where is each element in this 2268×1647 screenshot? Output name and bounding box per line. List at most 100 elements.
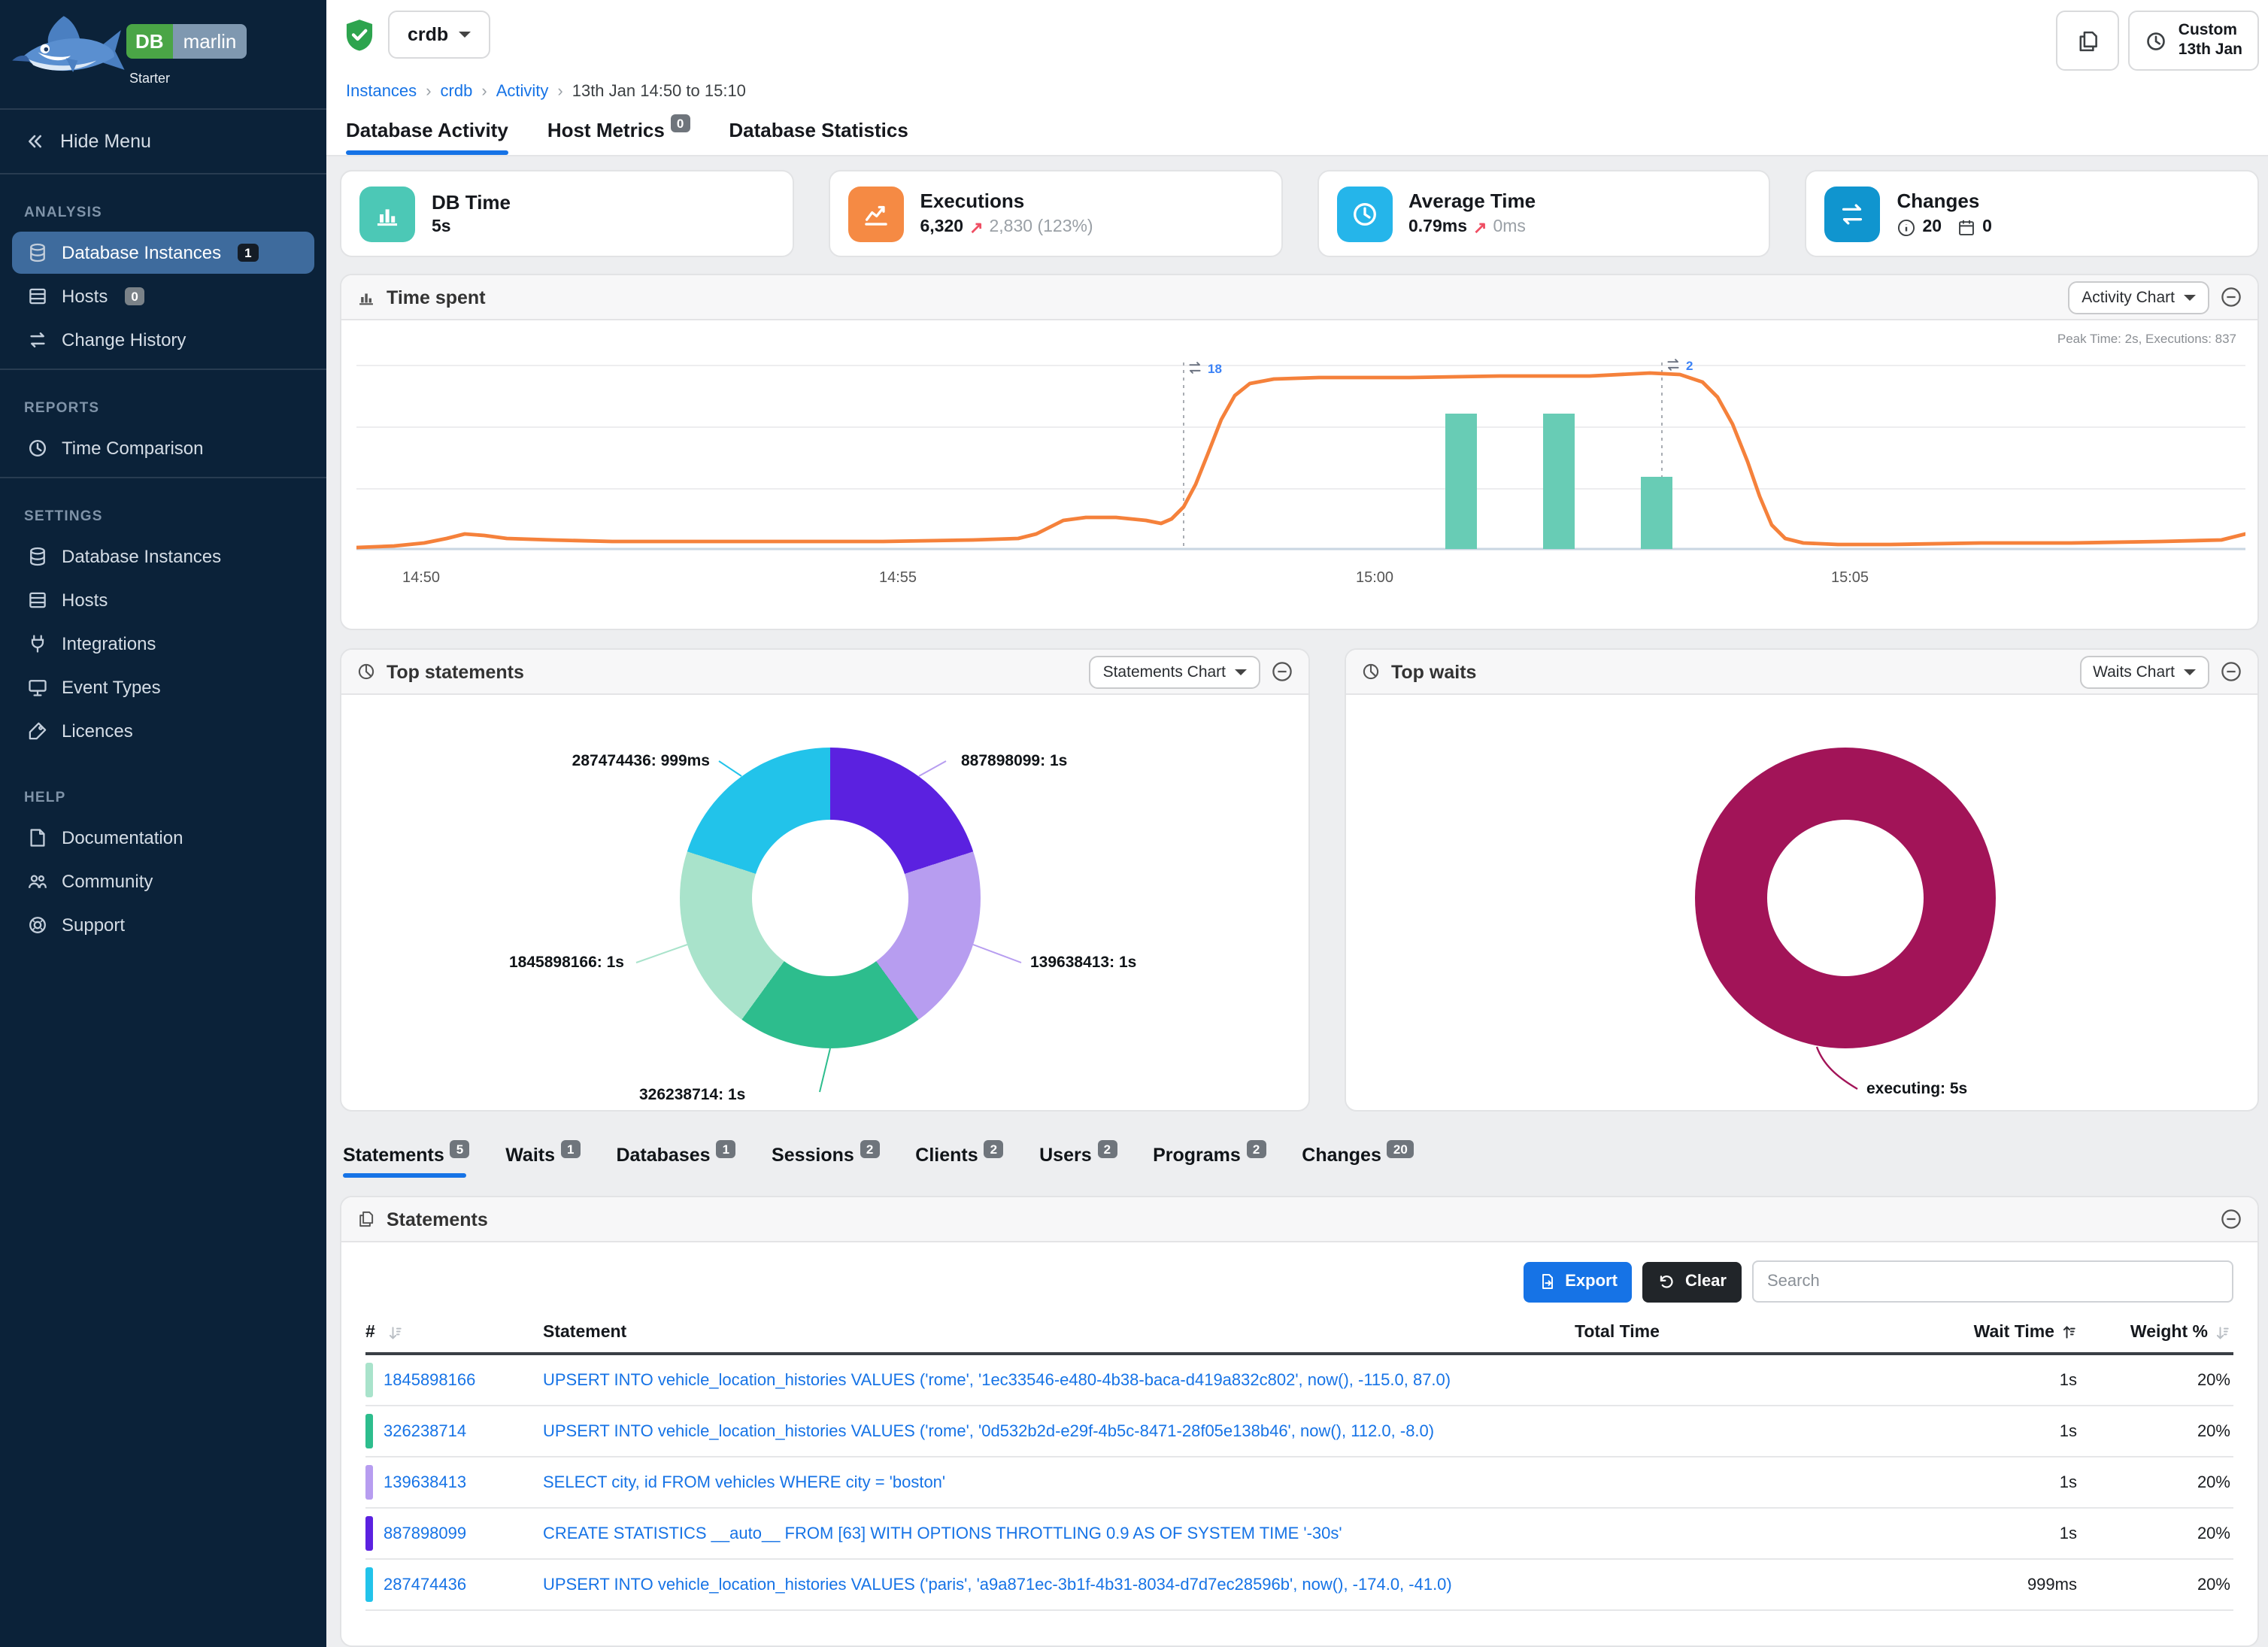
- sidebar-section-analysis: ANALYSIS Database Instances 1 Hosts 0 Ch…: [0, 174, 326, 369]
- sidebar-item-database-instances[interactable]: Database Instances 1: [12, 232, 314, 274]
- statement-id-link[interactable]: 287474436: [384, 1576, 466, 1594]
- statement-id-link[interactable]: 887898099: [384, 1524, 466, 1542]
- export-button[interactable]: Export: [1523, 1261, 1633, 1302]
- waits-chart-select[interactable]: Waits Chart: [2079, 655, 2209, 688]
- statement-id-link[interactable]: 1845898166: [384, 1371, 475, 1389]
- weight-value: 20%: [2077, 1524, 2233, 1542]
- sort-up-icon[interactable]: [2059, 1324, 2077, 1342]
- tab-host-metrics[interactable]: Host Metrics 0: [547, 119, 690, 155]
- time-spent-chart[interactable]: Peak Time: 2s, Executions: 837 18 2 14:5…: [341, 320, 2257, 630]
- kpi-row: DB Time 5s Executions 6,320 ↗ 2,830 (123…: [340, 170, 2259, 257]
- sidebar-item-time-comparison[interactable]: Time Comparison: [12, 427, 314, 469]
- activity-chart-select[interactable]: Activity Chart: [2068, 281, 2209, 314]
- collapse-icon[interactable]: [2220, 1208, 2242, 1230]
- waits-donut-chart[interactable]: executing: 5s: [1346, 695, 2257, 1112]
- count-badge: 0: [124, 288, 144, 305]
- copy-icon: [2075, 28, 2101, 53]
- sidebar-section-reports: REPORTS Time Comparison: [0, 370, 326, 477]
- sidebar-item-documentation[interactable]: Documentation: [12, 817, 314, 859]
- statement-link[interactable]: UPSERT INTO vehicle_location_histories V…: [543, 1371, 1451, 1389]
- sidebar-item-support[interactable]: Support: [12, 904, 314, 946]
- time-range-button[interactable]: Custom 13th Jan: [2129, 11, 2259, 71]
- col-total-time-header[interactable]: Total Time: [1575, 1324, 1719, 1342]
- page-header: crdb Custom 13th Jan Instances crdb: [326, 0, 2268, 156]
- tab-label: Changes: [1302, 1145, 1381, 1166]
- tab-databases[interactable]: Databases 1: [616, 1145, 735, 1178]
- search-input[interactable]: [1752, 1260, 2233, 1303]
- tab-waits[interactable]: Waits 1: [505, 1145, 580, 1178]
- statement-id-link[interactable]: 326238714: [384, 1422, 466, 1440]
- change-marker[interactable]: 18: [1187, 359, 1222, 376]
- tab-users[interactable]: Users 2: [1039, 1145, 1117, 1178]
- tab-sessions[interactable]: Sessions 2: [772, 1145, 879, 1178]
- changes-calendar-count: 0: [1982, 219, 1992, 237]
- statement-id-link[interactable]: 139638413: [384, 1473, 466, 1491]
- breadcrumb-crdb[interactable]: crdb: [441, 83, 473, 101]
- changes-info-count: 20: [1923, 219, 1942, 237]
- tab-database-statistics[interactable]: Database Statistics: [729, 119, 908, 155]
- tab-label: Database Statistics: [729, 119, 908, 141]
- col-wait-time-header[interactable]: Wait Time: [1719, 1324, 2077, 1342]
- tab-badge: 1: [561, 1140, 580, 1157]
- calendar-icon[interactable]: [1957, 218, 1976, 238]
- kpi-delta: 2,830 (123%): [990, 219, 1093, 237]
- table-row: 287474436 UPSERT INTO vehicle_location_h…: [365, 1560, 2233, 1611]
- top-statements-panel: Top statements Statements Chart: [340, 648, 1310, 1112]
- breadcrumb-activity[interactable]: Activity: [496, 83, 549, 101]
- sidebar-item-change-history[interactable]: Change History: [12, 319, 314, 361]
- sidebar-item-community[interactable]: Community: [12, 860, 314, 902]
- plug-icon: [27, 633, 48, 654]
- sort-icon[interactable]: [386, 1324, 404, 1342]
- tab-clients[interactable]: Clients 2: [915, 1145, 1003, 1178]
- statement-link[interactable]: CREATE STATISTICS __auto__ FROM [63] WIT…: [543, 1524, 1342, 1542]
- edition-label: Starter: [129, 71, 170, 86]
- sidebar-item-label: Support: [62, 914, 125, 936]
- brand-name: marlin: [173, 24, 247, 59]
- breadcrumb-instances[interactable]: Instances: [346, 83, 417, 101]
- sidebar-item-label: Documentation: [62, 827, 183, 848]
- copy-link-button[interactable]: [2057, 11, 2120, 71]
- top-tabs: Database Activity Host Metrics 0 Databas…: [340, 104, 2259, 155]
- sidebar-item-hosts[interactable]: Hosts 0: [12, 275, 314, 317]
- change-marker[interactable]: 2: [1665, 356, 1693, 373]
- hide-menu-button[interactable]: Hide Menu: [0, 110, 326, 173]
- col-weight-header[interactable]: Weight %: [2077, 1324, 2233, 1342]
- sidebar-item-integrations[interactable]: Integrations: [12, 623, 314, 665]
- chevron-down-icon: [2184, 294, 2196, 300]
- statement-link[interactable]: UPSERT INTO vehicle_location_histories V…: [543, 1576, 1452, 1594]
- collapse-icon[interactable]: [2220, 286, 2242, 308]
- section-label: REPORTS: [0, 385, 326, 426]
- swap-arrows-icon: [1825, 186, 1881, 241]
- col-id-header[interactable]: #: [365, 1324, 543, 1342]
- sort-icon[interactable]: [2212, 1324, 2230, 1342]
- weight-value: 20%: [2077, 1473, 2233, 1491]
- tab-statements[interactable]: Statements 5: [343, 1145, 469, 1178]
- info-icon[interactable]: [1897, 218, 1917, 238]
- tab-database-activity[interactable]: Database Activity: [346, 119, 508, 155]
- svg-text:15:05: 15:05: [1831, 569, 1869, 586]
- statements-donut[interactable]: [680, 748, 981, 1048]
- tab-label: Users: [1039, 1145, 1092, 1166]
- waits-donut[interactable]: [1695, 748, 1996, 1048]
- tab-changes[interactable]: Changes 20: [1302, 1145, 1414, 1178]
- up-arrow-icon: ↗: [1473, 218, 1487, 238]
- change-count: 18: [1208, 360, 1222, 375]
- collapse-icon[interactable]: [2220, 660, 2242, 683]
- sidebar-item-licences[interactable]: Licences: [12, 710, 314, 752]
- clear-button[interactable]: Clear: [1643, 1261, 1742, 1302]
- collapse-icon[interactable]: [1271, 660, 1293, 683]
- statement-link[interactable]: UPSERT INTO vehicle_location_histories V…: [543, 1422, 1434, 1440]
- table-row: 139638413 SELECT city, id FROM vehicles …: [365, 1457, 2233, 1509]
- sidebar-item-settings-hosts[interactable]: Hosts: [12, 579, 314, 621]
- statements-donut-chart[interactable]: 287474436: 999ms 887898099: 1s 184589816…: [341, 695, 1308, 1112]
- statements-chart-select[interactable]: Statements Chart: [1090, 655, 1260, 688]
- instance-selector[interactable]: crdb: [388, 11, 490, 59]
- sidebar-item-settings-database-instances[interactable]: Database Instances: [12, 535, 314, 578]
- statement-link[interactable]: SELECT city, id FROM vehicles WHERE city…: [543, 1473, 945, 1491]
- logo[interactable]: DB marlin Starter: [0, 0, 326, 108]
- tab-programs[interactable]: Programs 2: [1153, 1145, 1266, 1178]
- main-area: crdb Custom 13th Jan Instances crdb: [326, 0, 2268, 1647]
- sidebar-item-event-types[interactable]: Event Types: [12, 666, 314, 708]
- svg-text:14:50: 14:50: [402, 569, 440, 586]
- col-statement-header[interactable]: Statement: [543, 1324, 1575, 1342]
